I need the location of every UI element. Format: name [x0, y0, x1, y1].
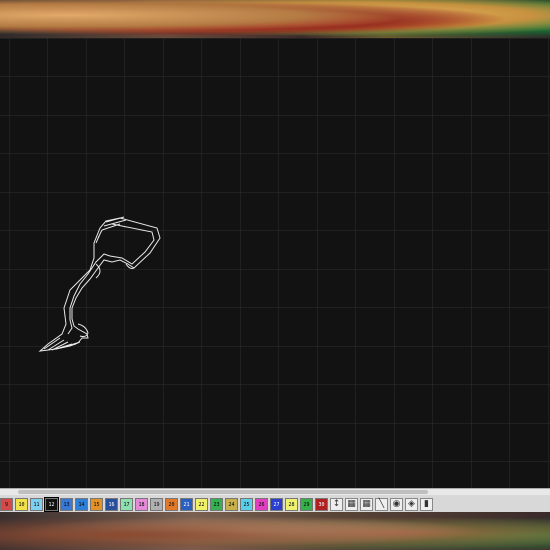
stitch-pattern-icon-glyph: ▦	[347, 498, 356, 509]
color-swatch-24[interactable]: 24	[225, 497, 238, 511]
background-image-top	[0, 0, 550, 38]
color-swatch-21[interactable]: 21	[180, 497, 193, 511]
stitch-pattern-2-icon-glyph: ▦	[362, 498, 371, 509]
color-swatch-15[interactable]: 15	[90, 497, 103, 511]
color-swatch-number: 9	[4, 501, 8, 508]
color-swatch-13[interactable]: 13	[60, 497, 73, 511]
line-icon-glyph: ╲	[378, 498, 385, 509]
color-swatch-number: 30	[318, 501, 325, 508]
color-swatch-12[interactable]: 12	[44, 496, 59, 512]
color-swatch-number: 29	[303, 501, 310, 508]
thread-icon-glyph: ▮	[424, 498, 429, 509]
dropdown-arrow-icon-glyph: ↕	[332, 498, 341, 509]
color-swatch-number: 21	[183, 501, 190, 508]
color-swatch-17[interactable]: 17	[120, 497, 133, 511]
color-swatch-23[interactable]: 23	[210, 497, 223, 511]
color-swatch-22[interactable]: 22	[195, 497, 208, 511]
color-swatch-10[interactable]: 10	[15, 497, 28, 511]
color-wheel-icon[interactable]: ◉	[390, 497, 403, 511]
color-palette: 9 10 11 12 13 14 15 16 17 18 19 20 21 22 23 24 25 26 27 28 2…	[0, 496, 435, 512]
color-palette-icon-glyph: ◈	[408, 498, 415, 509]
color-swatch-9[interactable]: 9	[0, 497, 13, 511]
dropdown-arrow-icon[interactable]: ↕	[330, 497, 343, 511]
color-swatch-20[interactable]: 20	[165, 497, 178, 511]
background-image-bottom	[0, 512, 550, 550]
color-swatch-number: 23	[213, 501, 220, 508]
horizontal-scrollbar[interactable]	[0, 489, 550, 495]
color-swatch-number: 14	[78, 501, 85, 508]
color-wheel-icon-glyph: ◉	[392, 498, 401, 509]
color-swatch-16[interactable]: 16	[105, 497, 118, 511]
color-swatch-number: 19	[153, 501, 160, 508]
stitch-pattern-2-icon[interactable]: ▦	[360, 497, 373, 511]
color-palette-icon[interactable]: ◈	[405, 497, 418, 511]
color-swatch-number: 13	[63, 501, 70, 508]
line-icon[interactable]: ╲	[375, 497, 388, 511]
color-swatch-number: 26	[258, 501, 265, 508]
bottom-toolbar: 9 10 11 12 13 14 15 16 17 18 19 20 21 22 23 24 25 26 27 28 2…	[0, 488, 550, 513]
color-swatch-number: 12	[48, 501, 55, 508]
color-swatch-26[interactable]: 26	[255, 497, 268, 511]
scrollbar-thumb[interactable]	[18, 490, 428, 494]
color-swatch-30[interactable]: 30	[315, 497, 328, 511]
color-swatch-14[interactable]: 14	[75, 497, 88, 511]
color-swatch-number: 18	[138, 501, 145, 508]
stitch-pattern-icon[interactable]: ▦	[345, 497, 358, 511]
color-swatch-19[interactable]: 19	[150, 497, 163, 511]
color-swatch-number: 20	[168, 501, 175, 508]
color-swatch-18[interactable]: 18	[135, 497, 148, 511]
drawing-canvas[interactable]	[0, 38, 550, 488]
color-swatch-number: 27	[273, 501, 280, 508]
color-swatch-number: 17	[123, 501, 130, 508]
color-swatch-number: 22	[198, 501, 205, 508]
color-swatch-number: 25	[243, 501, 250, 508]
color-swatch-number: 28	[288, 501, 295, 508]
color-swatch-number: 11	[33, 501, 40, 508]
color-swatch-11[interactable]: 11	[30, 497, 43, 511]
color-swatch-27[interactable]: 27	[270, 497, 283, 511]
color-swatch-number: 16	[108, 501, 115, 508]
color-swatch-29[interactable]: 29	[300, 497, 313, 511]
thread-icon[interactable]: ▮	[420, 497, 433, 511]
color-swatch-number: 10	[18, 501, 25, 508]
color-swatch-number: 24	[228, 501, 235, 508]
embroidery-sketch	[38, 216, 161, 352]
color-swatch-25[interactable]: 25	[240, 497, 253, 511]
color-swatch-28[interactable]: 28	[285, 497, 298, 511]
color-swatch-number: 15	[93, 501, 100, 508]
